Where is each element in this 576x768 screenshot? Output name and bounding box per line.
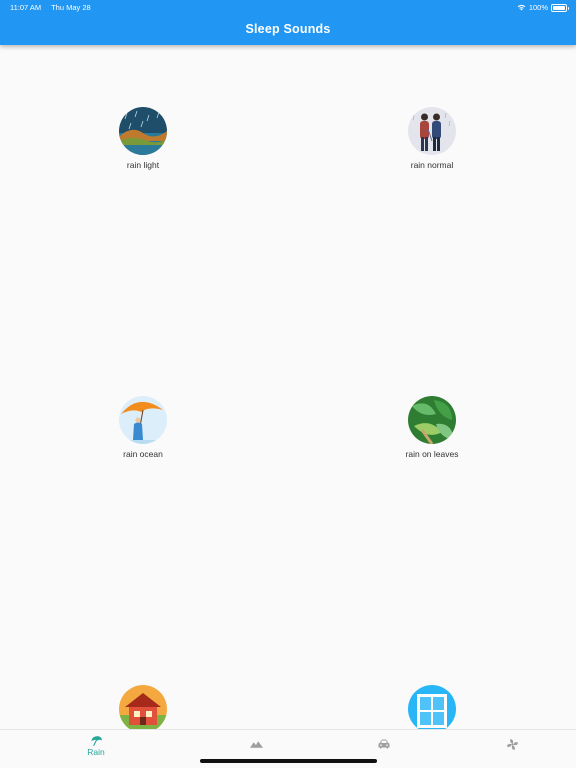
rain-ocean-thumbnail	[119, 396, 167, 444]
sound-label: rain ocean	[123, 449, 163, 459]
page-title: Sleep Sounds	[245, 22, 331, 36]
sound-tile-rain-on-leaves[interactable]: rain on leaves	[372, 396, 492, 459]
window-rain-thumbnail	[408, 685, 456, 729]
sound-label: rain normal	[410, 160, 454, 170]
sound-tile-window[interactable]	[372, 685, 492, 729]
sound-tile-rain-light[interactable]: rain light	[83, 107, 203, 170]
sound-label: rain on leaves	[405, 449, 459, 459]
wifi-icon	[517, 4, 526, 11]
fan-icon	[506, 739, 518, 750]
rain-light-thumbnail	[119, 107, 167, 155]
sound-tile-house[interactable]	[83, 685, 203, 729]
nav-tab-nature[interactable]	[226, 740, 286, 748]
umbrella-icon	[90, 736, 102, 746]
house-rain-thumbnail	[119, 685, 167, 729]
sound-grid: rain light rain normal rain ocean rain o…	[0, 45, 576, 729]
status-time: 11:07 AM	[10, 3, 42, 12]
status-bar: 11:07 AM Thu May 28 100%	[0, 0, 576, 14]
sound-tile-rain-ocean[interactable]: rain ocean	[83, 396, 203, 459]
app-bar: 11:07 AM Thu May 28 100% Sleep Sounds	[0, 0, 576, 45]
sound-label: rain light	[126, 160, 160, 170]
nav-tab-fan[interactable]	[482, 738, 542, 751]
status-date: Thu May 28	[51, 3, 91, 12]
battery-percent: 100%	[528, 3, 548, 12]
mountain-icon	[249, 741, 263, 748]
home-indicator	[200, 759, 377, 763]
nav-tab-rain[interactable]: Rain	[66, 735, 126, 757]
rain-normal-thumbnail	[408, 107, 456, 155]
car-icon	[378, 739, 390, 749]
nav-tab-car[interactable]	[354, 739, 414, 749]
rain-on-leaves-thumbnail	[408, 396, 456, 444]
nav-label-rain: Rain	[87, 747, 105, 757]
battery-icon	[551, 3, 569, 12]
sound-tile-rain-normal[interactable]: rain normal	[372, 107, 492, 170]
